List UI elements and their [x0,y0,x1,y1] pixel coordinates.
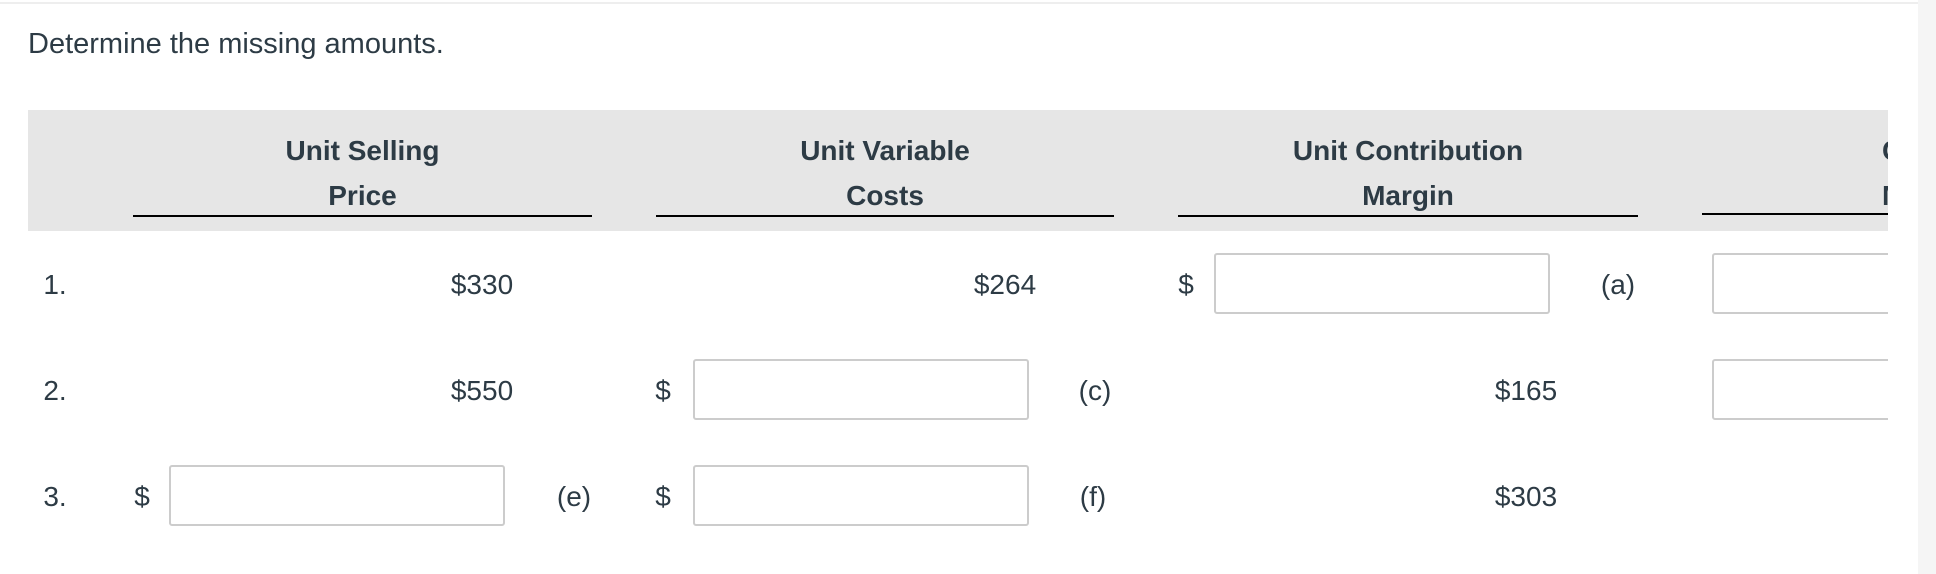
input-label-a: (a) [1600,269,1636,300]
row-number: 3. [43,481,67,512]
currency-symbol: $ [134,481,150,512]
header-unit-selling-price: Unit Selling Price [133,128,592,217]
currency-symbol: $ [655,481,671,512]
header-line: Costs [846,180,924,211]
header-contribution-margin-ratio: CoM [1702,128,1888,215]
input-label-c: (c) [1078,375,1112,406]
answer-input-f[interactable] [693,465,1029,526]
header-line: Unit Variable [800,135,970,166]
answer-input-e[interactable] [169,465,505,526]
answer-table: Unit Selling Price Unit Variable Costs Uni… [0,0,1888,574]
header-line: Co [1882,128,1888,173]
header-line: Margin [1362,180,1454,211]
unit-selling-price: $330 [450,269,514,300]
scroll-area [1918,0,1936,574]
row-number: 1. [43,269,67,300]
input-label-f: (f) [1079,481,1107,512]
header-line: M [1882,173,1888,218]
header-line: Unit Contribution [1292,135,1524,166]
answer-input-a[interactable] [1214,253,1550,314]
unit-variable-costs: $264 [973,269,1037,300]
answer-input-c[interactable] [693,359,1029,420]
header-line: Price [328,180,397,211]
ratio-input-row1[interactable] [1712,253,1888,314]
unit-contribution-margin: $165 [1494,375,1558,406]
header-unit-variable-costs: Unit Variable Costs [656,128,1114,217]
header-line: Unit Selling [285,135,440,166]
table-header: Unit Selling Price Unit Variable Costs Uni… [28,110,1888,231]
unit-selling-price: $550 [450,375,514,406]
unit-contribution-margin: $303 [1494,481,1558,512]
ratio-input-row2[interactable] [1712,359,1888,420]
currency-symbol: $ [655,375,671,406]
input-label-e: (e) [556,481,592,512]
row-number: 2. [43,375,67,406]
currency-symbol: $ [1178,269,1194,300]
header-unit-contribution-margin: Unit Contribution Margin [1178,128,1638,217]
